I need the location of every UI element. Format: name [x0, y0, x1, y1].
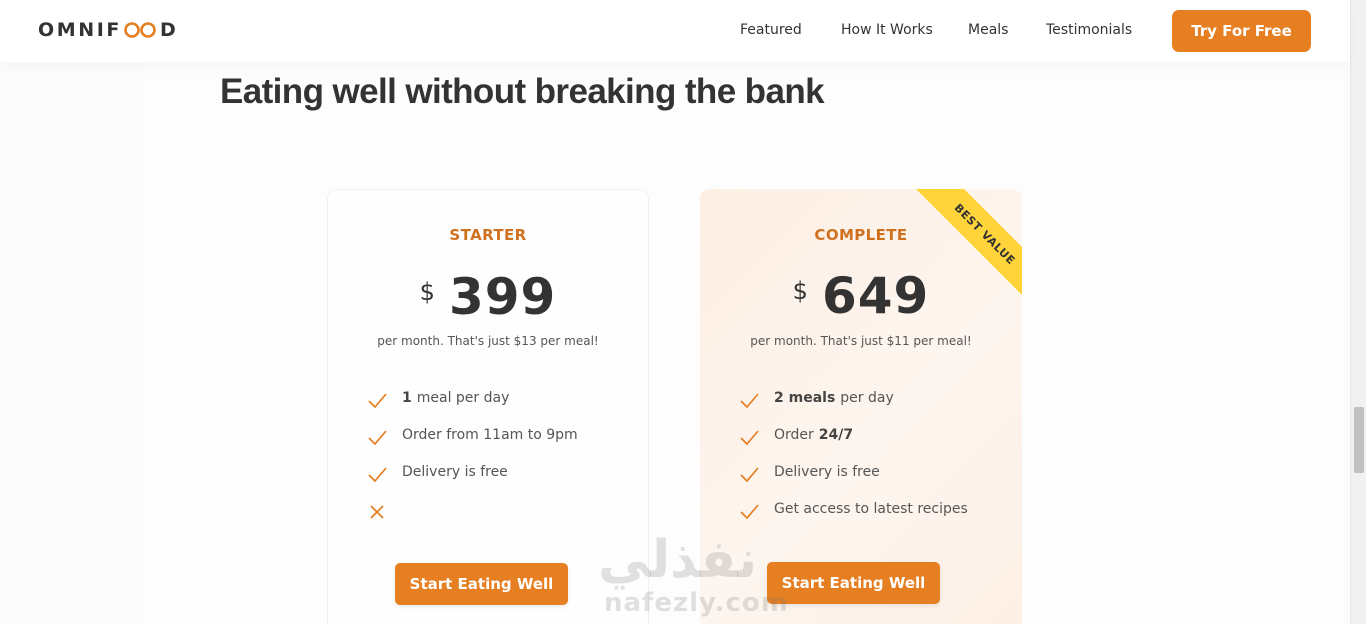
scrollbar-thumb[interactable]	[1354, 407, 1364, 473]
plan-name: COMPLETE	[814, 226, 908, 244]
check-icon	[740, 504, 759, 520]
check-icon	[368, 467, 387, 483]
close-icon	[370, 505, 384, 519]
feature-bold: 2 meals	[774, 390, 836, 406]
plan-name: STARTER	[449, 226, 527, 244]
feature-bold: 24/7	[818, 427, 854, 443]
try-for-free-button[interactable]: Try For Free	[1172, 10, 1311, 52]
feature-list: 1 meal per day Order from 11am to 9pm De…	[368, 390, 578, 538]
start-eating-well-button[interactable]: Start Eating Well	[395, 563, 568, 605]
feature-item: 1 meal per day	[368, 390, 578, 427]
omnifood-logo[interactable]: OMNIF D	[38, 19, 178, 41]
check-icon	[740, 430, 759, 446]
price-per-meal: per month. That's just $11 per meal!	[750, 334, 972, 348]
plan-price: $399	[328, 268, 648, 326]
plan-price: $649	[700, 267, 1022, 325]
feature-text: per day	[840, 390, 894, 406]
feature-item: Delivery is free	[740, 464, 968, 501]
logo-text-left: OMNIF	[38, 19, 123, 41]
price-per-meal: per month. That's just $13 per meal!	[377, 334, 599, 348]
pricing-card-starter: STARTER $399 per month. That's just $13 …	[327, 189, 649, 624]
feature-text: Delivery is free	[774, 464, 880, 480]
feature-item: 2 meals per day	[740, 390, 968, 427]
check-icon	[740, 467, 759, 483]
pricing-card-complete: BEST VALUE COMPLETE $649 per month. That…	[700, 189, 1022, 624]
nav-link-meals[interactable]: Meals	[968, 22, 1008, 38]
feature-item: Delivery is free	[368, 464, 578, 501]
feature-item	[368, 501, 578, 538]
feature-item: Get access to latest recipes	[740, 501, 968, 538]
check-icon	[740, 393, 759, 409]
feature-bold: 1	[402, 390, 412, 406]
section-heading: Eating well without breaking the bank	[220, 72, 825, 111]
currency-symbol: $	[792, 277, 808, 305]
feature-item: Order from 11am to 9pm	[368, 427, 578, 464]
check-icon	[368, 430, 387, 446]
logo-text-right: D	[160, 19, 179, 41]
check-icon	[368, 393, 387, 409]
feature-item: Order 24/7	[740, 427, 968, 464]
site-header: OMNIF D Featured How It Works Meals Test…	[0, 0, 1350, 62]
feature-text: Get access to latest recipes	[774, 501, 968, 517]
currency-symbol: $	[419, 278, 435, 306]
nav-link-how-it-works[interactable]: How It Works	[841, 22, 933, 38]
feature-text: Order from 11am to 9pm	[402, 427, 578, 443]
price-amount: 649	[821, 267, 930, 325]
start-eating-well-button[interactable]: Start Eating Well	[767, 562, 940, 604]
vertical-scrollbar[interactable]	[1350, 0, 1366, 624]
nav-link-featured[interactable]: Featured	[740, 22, 802, 38]
feature-text: Delivery is free	[402, 464, 508, 480]
feature-text: meal per day	[416, 390, 510, 406]
feature-list: 2 meals per day Order 24/7 Delivery is f…	[740, 390, 968, 538]
feature-text: Order	[774, 427, 814, 443]
price-amount: 399	[448, 268, 557, 326]
nav-link-testimonials[interactable]: Testimonials	[1046, 22, 1132, 38]
logo-infinity-icon	[123, 21, 157, 39]
